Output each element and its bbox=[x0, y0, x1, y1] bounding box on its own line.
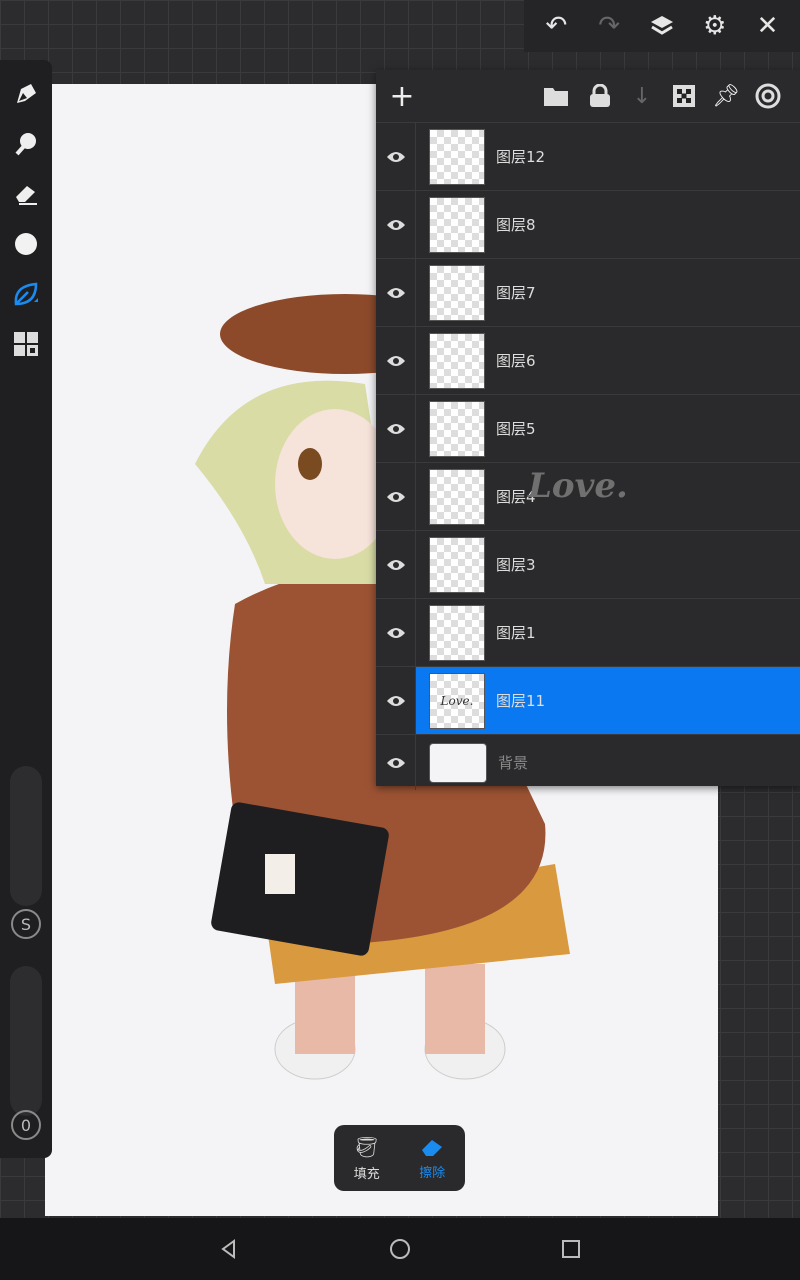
top-toolbar: ↶ ↷ ⚙ ✕ bbox=[524, 0, 800, 52]
more-tools-icon[interactable] bbox=[8, 326, 44, 362]
layers-icon[interactable] bbox=[644, 8, 680, 44]
layer-row[interactable]: 图层4 bbox=[376, 462, 800, 530]
brush-size-slider[interactable] bbox=[10, 766, 42, 906]
thumbnail-text: Love. bbox=[440, 693, 474, 708]
fill-label: 填充 bbox=[353, 1166, 380, 1182]
layer-row[interactable]: 图层12 bbox=[376, 122, 800, 190]
layer-name: 图层7 bbox=[496, 284, 536, 302]
undo-icon[interactable]: ↶ bbox=[538, 8, 574, 44]
layer-name: 图层6 bbox=[496, 352, 536, 370]
back-icon[interactable] bbox=[219, 1239, 239, 1259]
redo-icon[interactable]: ↷ bbox=[591, 8, 627, 44]
visibility-eye-icon[interactable] bbox=[376, 599, 416, 666]
close-icon[interactable]: ✕ bbox=[750, 8, 786, 44]
visibility-eye-icon[interactable] bbox=[376, 191, 416, 258]
smudge-icon[interactable] bbox=[8, 126, 44, 162]
settings-icon[interactable]: ⚙ bbox=[697, 8, 733, 44]
layer-row[interactable]: Love. 图层11 bbox=[376, 666, 800, 734]
recents-icon[interactable] bbox=[561, 1239, 581, 1259]
layer-name: 背景 bbox=[498, 754, 529, 772]
visibility-eye-icon[interactable] bbox=[376, 667, 416, 734]
erase-button[interactable]: 擦除 bbox=[400, 1125, 466, 1191]
layer-row[interactable]: 背景 bbox=[376, 734, 800, 790]
layer-panel-header: + ↓ 📌︎ bbox=[376, 70, 800, 122]
visibility-eye-icon[interactable] bbox=[376, 395, 416, 462]
visibility-eye-icon[interactable] bbox=[376, 259, 416, 326]
layer-name: 图层1 bbox=[496, 624, 536, 642]
layer-thumbnail bbox=[429, 128, 485, 185]
transparency-icon[interactable] bbox=[668, 80, 700, 112]
pin-icon[interactable]: 📌︎ bbox=[710, 80, 742, 112]
layer-name: 图层11 bbox=[496, 692, 546, 710]
layer-row[interactable]: 图层7 bbox=[376, 258, 800, 326]
fill-erase-popup: 🪣︎ 填充 擦除 bbox=[334, 1125, 465, 1191]
visibility-eye-icon[interactable] bbox=[376, 123, 416, 190]
layer-name: 图层12 bbox=[496, 148, 546, 166]
layer-thumbnail bbox=[429, 468, 485, 525]
layer-thumbnail bbox=[429, 400, 485, 457]
layer-thumbnail bbox=[429, 604, 485, 661]
android-nav-bar bbox=[0, 1218, 800, 1280]
opacity-badge: 0 bbox=[11, 1110, 41, 1140]
target-icon[interactable] bbox=[752, 80, 784, 112]
pencil-icon[interactable] bbox=[8, 76, 44, 112]
visibility-eye-icon[interactable] bbox=[376, 327, 416, 394]
layer-thumbnail bbox=[429, 196, 485, 253]
lock-icon[interactable] bbox=[584, 80, 616, 112]
layer-name: 图层3 bbox=[496, 556, 536, 574]
eraser-icon bbox=[422, 1139, 443, 1156]
left-toolbar: S 0 bbox=[0, 60, 52, 1158]
layer-thumbnail bbox=[429, 332, 485, 389]
erase-label: 擦除 bbox=[419, 1165, 446, 1181]
layer-row[interactable]: 图层5 bbox=[376, 394, 800, 462]
merge-down-icon[interactable]: ↓ bbox=[626, 80, 658, 112]
folder-icon[interactable] bbox=[540, 80, 572, 112]
visibility-eye-icon[interactable] bbox=[376, 531, 416, 598]
layer-row[interactable]: 图层1 bbox=[376, 598, 800, 666]
layer-name: 图层8 bbox=[496, 216, 536, 234]
add-layer-icon[interactable]: + bbox=[386, 79, 418, 114]
visibility-eye-icon[interactable] bbox=[376, 463, 416, 530]
fill-button[interactable]: 🪣︎ 填充 bbox=[334, 1125, 400, 1191]
layer-row[interactable]: 图层8 bbox=[376, 190, 800, 258]
layer-thumbnail: Love. bbox=[429, 672, 485, 729]
layer-name: 图层5 bbox=[496, 420, 536, 438]
brush-leaf-icon[interactable] bbox=[8, 276, 44, 312]
layer-row[interactable]: 图层3 bbox=[376, 530, 800, 598]
size-badge: S bbox=[11, 909, 41, 939]
layer-thumbnail bbox=[429, 742, 487, 783]
visibility-eye-icon[interactable] bbox=[376, 735, 416, 790]
layer-name: 图层4 bbox=[496, 488, 536, 506]
opacity-slider[interactable] bbox=[10, 966, 42, 1116]
layer-row[interactable]: 图层6 bbox=[376, 326, 800, 394]
layer-thumbnail bbox=[429, 264, 485, 321]
paint-bucket-icon: 🪣︎ bbox=[354, 1134, 380, 1159]
layer-panel: + ↓ 📌︎ 图层12 图层8 图层7 图层6 图层5 图层4 图层3 图层1 … bbox=[376, 70, 800, 790]
home-icon[interactable] bbox=[389, 1238, 411, 1260]
eraser-icon[interactable] bbox=[8, 176, 44, 212]
layer-thumbnail bbox=[429, 536, 485, 593]
color-icon[interactable] bbox=[8, 226, 44, 262]
